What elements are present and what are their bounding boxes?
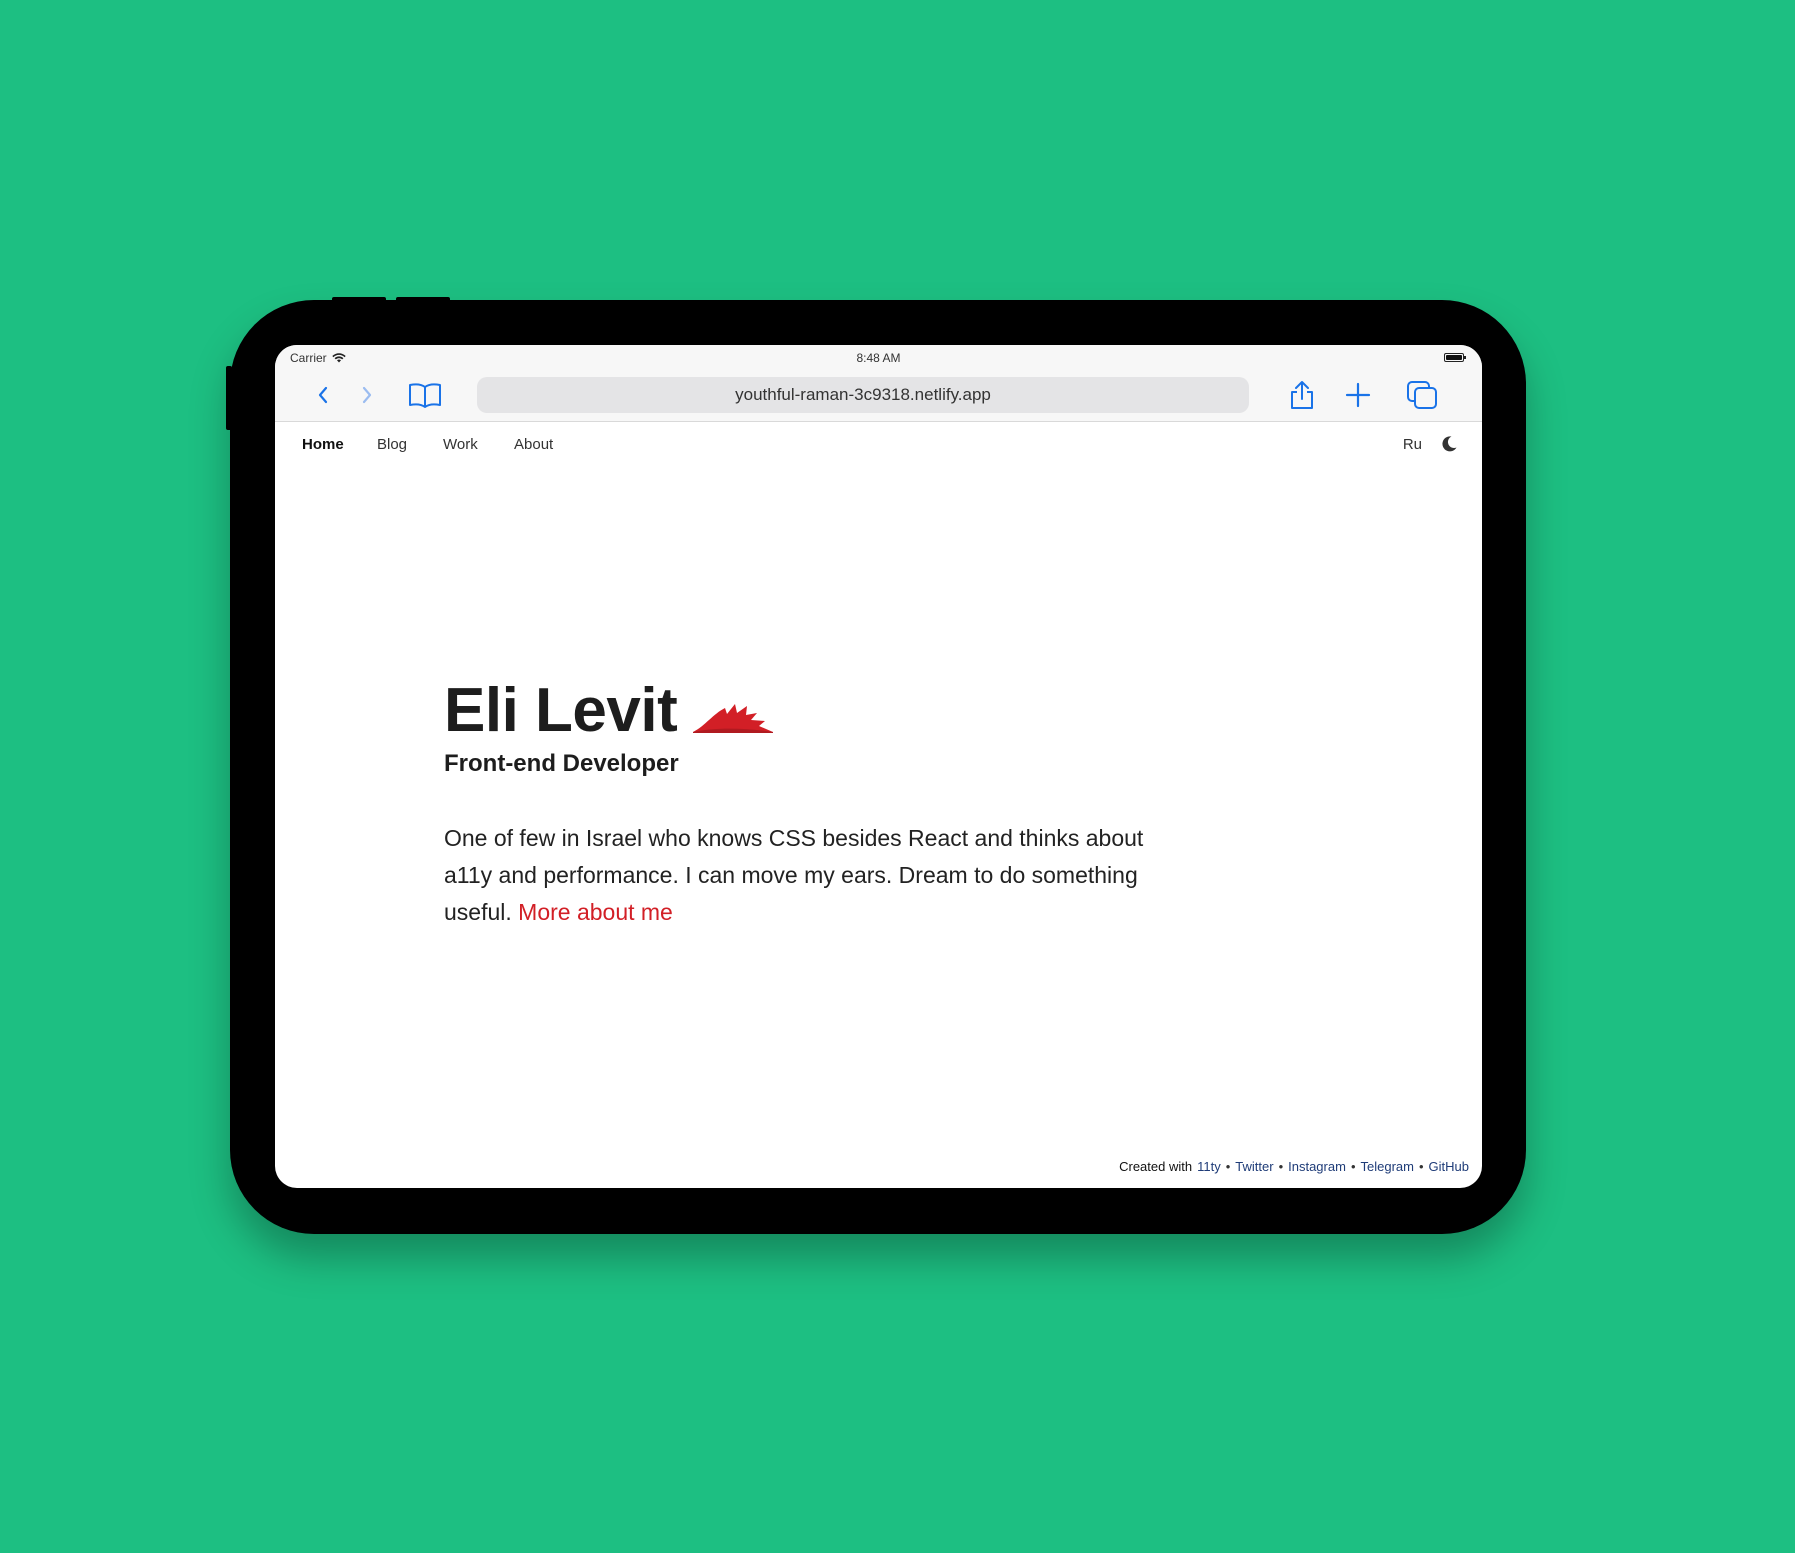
address-bar[interactable]: youthful-raman-3c9318.netlify.app	[477, 377, 1249, 413]
share-icon	[1291, 381, 1313, 409]
tablet-screen: Carrier 8:48 AM youthful-raman-3c9318.ne…	[275, 345, 1482, 1188]
nav-item-home[interactable]: Home	[302, 436, 344, 453]
volume-down-button	[396, 297, 450, 303]
new-tab-button[interactable]	[1342, 381, 1374, 409]
footer-link-twitter[interactable]: Twitter	[1235, 1159, 1273, 1174]
hero-description: One of few in Israel who knows CSS besid…	[444, 820, 1164, 931]
hero-section: Eli Levit Front-end Developer One of few…	[444, 680, 1164, 954]
browser-toolbar: youthful-raman-3c9318.netlify.app	[275, 369, 1482, 422]
site-navigation: Home Blog Work About Ru	[275, 422, 1482, 470]
plus-icon	[1345, 382, 1371, 408]
site-footer: Created with 11ty • Twitter • Instagram …	[1119, 1159, 1469, 1174]
status-time: 8:48 AM	[856, 351, 901, 365]
power-button	[226, 366, 232, 430]
footer-separator: •	[1278, 1159, 1284, 1174]
nav-item-work[interactable]: Work	[443, 436, 478, 453]
book-icon	[409, 383, 441, 408]
status-bar: Carrier 8:48 AM	[275, 345, 1482, 369]
language-switch[interactable]: Ru	[1403, 436, 1422, 453]
forward-button[interactable]	[353, 381, 381, 409]
page-subtitle: Front-end Developer	[444, 750, 679, 777]
tabs-icon	[1407, 381, 1437, 409]
footer-separator: •	[1418, 1159, 1424, 1174]
footer-separator: •	[1225, 1159, 1231, 1174]
page-title: Eli Levit	[444, 676, 678, 745]
bookmarks-button[interactable]	[405, 381, 445, 409]
footer-link-telegram[interactable]: Telegram	[1361, 1159, 1414, 1174]
nav-item-about[interactable]: About	[514, 436, 553, 453]
share-button[interactable]	[1286, 381, 1318, 409]
footer-prefix: Created with	[1119, 1159, 1193, 1174]
footer-link-github[interactable]: GitHub	[1429, 1159, 1469, 1174]
tabs-button[interactable]	[1404, 381, 1440, 409]
more-about-me-link[interactable]: More about me	[518, 899, 673, 925]
footer-link-instagram[interactable]: Instagram	[1288, 1159, 1346, 1174]
chevron-left-icon	[318, 386, 328, 404]
footer-separator: •	[1350, 1159, 1356, 1174]
hero-title-row: Eli Levit	[444, 680, 1164, 742]
volume-up-button	[332, 297, 386, 303]
chevron-right-icon	[362, 386, 372, 404]
footer-link-11ty[interactable]: 11ty	[1197, 1159, 1221, 1174]
nav-item-blog[interactable]: Blog	[377, 436, 407, 453]
back-button[interactable]	[309, 381, 337, 409]
tablet-frame: Carrier 8:48 AM youthful-raman-3c9318.ne…	[226, 297, 1526, 1234]
red-hair-logo-icon	[693, 704, 774, 733]
battery-icon	[1444, 353, 1466, 362]
moon-icon[interactable]	[1440, 435, 1458, 453]
